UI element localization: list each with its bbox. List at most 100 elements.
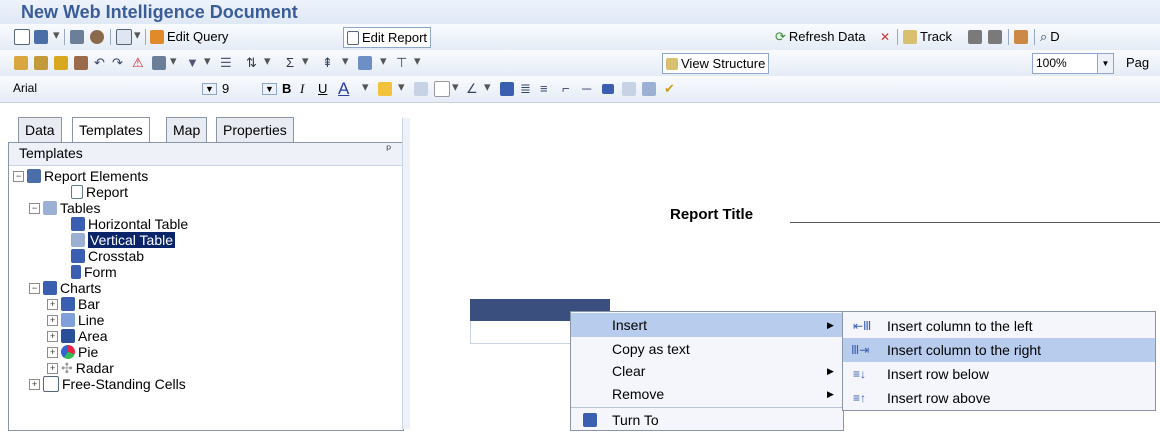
menu-item-remove[interactable]: Remove ▶	[571, 382, 843, 406]
font-size-value[interactable]: 9	[222, 79, 229, 98]
new-document-icon[interactable]	[14, 27, 30, 46]
formula-icon[interactable]	[34, 53, 48, 72]
tree-form[interactable]: Form	[71, 264, 117, 280]
menu-item-turn-to[interactable]: Turn To	[571, 408, 843, 432]
expand-icon[interactable]: +	[47, 298, 58, 310]
align-center-icon[interactable]: ≣	[520, 79, 531, 98]
zoom-select[interactable]: 100% ▼	[1032, 53, 1114, 74]
track-options-icon[interactable]	[968, 27, 982, 46]
tree-pie[interactable]: + Pie	[47, 344, 98, 360]
font-name-dropdown[interactable]: ▼	[202, 79, 217, 98]
section-icon[interactable]	[358, 53, 372, 72]
purge-icon[interactable]: ✕	[880, 27, 890, 46]
bold-button[interactable]: B	[282, 79, 291, 98]
section-dropdown-icon[interactable]: ▾	[380, 54, 387, 69]
report-title[interactable]: Report Title	[670, 206, 753, 223]
wrap-icon[interactable]	[414, 79, 428, 98]
page-button[interactable]: Pag	[1126, 53, 1149, 72]
tab-properties[interactable]: Properties	[216, 117, 294, 142]
track-settings-icon[interactable]	[988, 27, 1002, 46]
font-color-button[interactable]: A	[338, 79, 349, 98]
collapse-icon[interactable]: −	[29, 282, 40, 294]
tree-horizontal-table[interactable]: Horizontal Table	[71, 216, 188, 232]
expand-icon[interactable]: +	[47, 314, 58, 326]
view-icon[interactable]	[116, 27, 132, 46]
filter2-icon[interactable]: ▼	[186, 53, 199, 72]
print-icon[interactable]	[70, 27, 84, 46]
submenu-insert-row-below[interactable]: ≡↓ Insert row below	[843, 362, 1155, 386]
line-color-dropdown-icon[interactable]: ▾	[484, 80, 491, 95]
tree-free-standing[interactable]: + Free-Standing Cells	[29, 376, 186, 392]
alert-icon[interactable]: ⚠	[132, 53, 144, 72]
ranking-dropdown-icon[interactable]: ▾	[170, 54, 177, 69]
expand-icon[interactable]: +	[47, 346, 58, 358]
find-icon[interactable]	[90, 27, 104, 46]
align-left-icon[interactable]	[500, 79, 514, 98]
undo-icon[interactable]: ↶	[94, 53, 105, 72]
merge-icon[interactable]	[642, 79, 656, 98]
refresh-data-button[interactable]: ⟳ Refresh Data	[775, 27, 866, 46]
submenu-insert-column-right[interactable]: Ⅲ⇥ Insert column to the right	[843, 338, 1155, 362]
tab-map[interactable]: Map	[166, 117, 208, 142]
view-structure-button[interactable]: View Structure	[662, 53, 770, 74]
tree-charts[interactable]: − Charts	[29, 280, 101, 296]
fill-color-icon[interactable]	[378, 79, 392, 98]
underline-button[interactable]: U	[318, 79, 327, 98]
valign-top-icon[interactable]: ⌐	[562, 79, 570, 98]
tree-crosstab[interactable]: Crosstab	[71, 248, 144, 264]
filter-icon[interactable]	[1014, 27, 1028, 46]
borders-dropdown-icon[interactable]: ▾	[452, 80, 459, 95]
redo-icon[interactable]: ↷	[112, 53, 123, 72]
valign-middle-icon[interactable]: ─	[582, 79, 591, 98]
tree-vertical-table[interactable]: Vertical Table	[71, 232, 176, 248]
format-painter-icon[interactable]: ✔	[664, 79, 675, 98]
edit-icon[interactable]	[54, 53, 68, 72]
menu-item-clear[interactable]: Clear ▶	[571, 359, 843, 383]
filter2-dropdown-icon[interactable]: ▾	[204, 54, 211, 69]
ranking-icon[interactable]	[152, 53, 166, 72]
tree-radar[interactable]: + ✣ Radar	[47, 360, 114, 376]
collapse-icon[interactable]: −	[29, 202, 40, 214]
align-icon[interactable]: ⊤	[396, 53, 407, 72]
tab-templates[interactable]: Templates	[72, 117, 150, 143]
tree-tables[interactable]: − Tables	[29, 200, 100, 216]
fill-dropdown-icon[interactable]: ▾	[398, 80, 405, 95]
menu-item-insert[interactable]: Insert ▶	[571, 313, 843, 337]
tree-line[interactable]: + Line	[47, 312, 104, 328]
line-color-icon[interactable]: ∠	[466, 79, 478, 98]
collapse-icon[interactable]: −	[13, 170, 24, 182]
breaks-icon[interactable]: ☰	[220, 53, 232, 72]
menu-item-copy-as-text[interactable]: Copy as text	[571, 337, 843, 361]
sort-dropdown-icon[interactable]: ▾	[264, 54, 271, 69]
view-dropdown-icon[interactable]: ▾	[134, 28, 141, 43]
expand-icon[interactable]: +	[47, 330, 58, 342]
edit-query-button[interactable]: Edit Query	[150, 27, 228, 46]
borders-icon[interactable]	[434, 79, 450, 98]
track-button[interactable]: Track	[903, 27, 952, 46]
wrap-text-icon[interactable]	[622, 79, 636, 98]
save-dropdown-icon[interactable]: ▾	[53, 28, 60, 43]
edit-report-button[interactable]: Edit Report	[343, 27, 432, 48]
sum-icon[interactable]: Σ	[286, 53, 294, 72]
sum-dropdown-icon[interactable]: ▾	[302, 54, 309, 69]
submenu-insert-row-above[interactable]: ≡↑ Insert row above	[843, 386, 1155, 410]
insert-row-icon[interactable]: ⇞	[322, 53, 333, 72]
tab-data[interactable]: Data	[18, 117, 62, 142]
valign-bottom-icon[interactable]	[602, 79, 614, 98]
expand-icon[interactable]: +	[47, 362, 58, 374]
drill-button[interactable]: ⌕ D	[1040, 27, 1060, 46]
align-right-icon[interactable]: ≡	[540, 79, 548, 98]
pin-icon[interactable]: ᵖ	[386, 143, 392, 158]
align-dropdown-icon[interactable]: ▾	[414, 54, 421, 69]
brush-icon[interactable]	[74, 53, 88, 72]
tree-area[interactable]: + Area	[47, 328, 108, 344]
tree-bar[interactable]: + Bar	[47, 296, 100, 312]
save-icon[interactable]	[34, 27, 48, 46]
tree-report[interactable]: Report	[71, 184, 128, 200]
format-icon[interactable]	[14, 53, 28, 72]
font-name-select[interactable]: Arial	[10, 79, 190, 98]
sort-icon[interactable]: ⇅	[246, 53, 257, 72]
font-size-dropdown[interactable]: ▼	[262, 79, 277, 98]
tree-report-elements[interactable]: − Report Elements	[13, 168, 148, 184]
submenu-insert-column-left[interactable]: ⇤Ⅲ Insert column to the left	[843, 314, 1155, 338]
